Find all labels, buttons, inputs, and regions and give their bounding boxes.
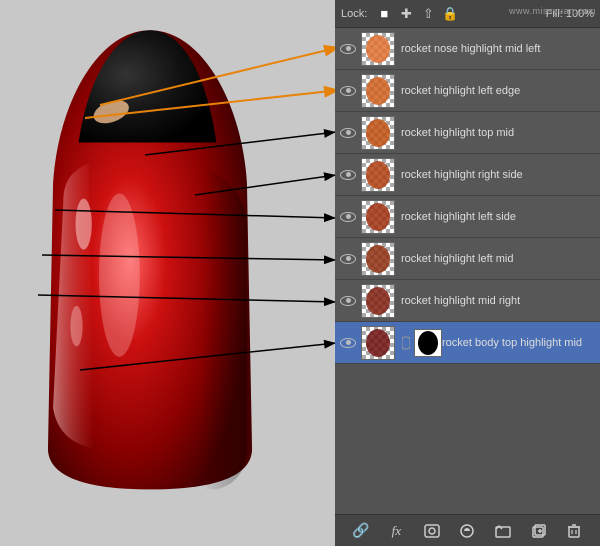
add-mask-icon[interactable]: [421, 520, 443, 542]
layer-thumbnail: [361, 74, 395, 108]
layer-name-label: rocket highlight left edge: [401, 85, 596, 97]
layers-toolbar: Lock: ■ ✚ ⇧ 🔒 Fill: 100% www.missyuan.co…: [335, 0, 600, 28]
layer-visibility-toggle[interactable]: [339, 166, 357, 184]
layer-name-label: rocket highlight top mid: [401, 127, 596, 139]
layer-item[interactable]: rocket highlight left mid: [335, 238, 600, 280]
layer-thumbnail: [361, 116, 395, 150]
lock-move-icon[interactable]: ⇧: [419, 5, 437, 23]
rocket-illustration: [30, 20, 270, 520]
layers-panel: Lock: ■ ✚ ⇧ 🔒 Fill: 100% www.missyuan.co…: [335, 0, 600, 546]
layer-thumbnail: [361, 242, 395, 276]
layer-visibility-toggle[interactable]: [339, 82, 357, 100]
lock-label: Lock:: [341, 8, 367, 20]
layer-effects-icon[interactable]: fx: [385, 520, 407, 542]
watermark: www.missyuan.com: [509, 6, 596, 16]
adjustments-icon[interactable]: [456, 520, 478, 542]
layer-name-label: rocket highlight right side: [401, 169, 596, 181]
layer-item[interactable]: rocket nose highlight mid left: [335, 28, 600, 70]
link-layers-icon[interactable]: 🔗: [350, 520, 372, 542]
lock-all-icon[interactable]: 🔒: [441, 5, 459, 23]
layer-thumbnail: [361, 284, 395, 318]
layer-name-label: rocket nose highlight mid left: [401, 43, 596, 55]
layer-item[interactable]: rocket highlight left side: [335, 196, 600, 238]
layer-name-label: rocket body top highlight mid: [442, 337, 596, 349]
layer-item[interactable]: rocket highlight right side: [335, 154, 600, 196]
layer-mask-chain-icon: [401, 329, 411, 357]
layer-visibility-toggle[interactable]: [339, 292, 357, 310]
layer-visibility-toggle[interactable]: [339, 250, 357, 268]
new-layer-icon[interactable]: [528, 520, 550, 542]
layer-thumbnail: [361, 32, 395, 66]
layer-item[interactable]: rocket body top highlight mid: [335, 322, 600, 364]
layer-thumbnail: [361, 326, 395, 360]
layer-item[interactable]: rocket highlight top mid: [335, 112, 600, 154]
layer-mask-thumbnail: [414, 329, 442, 357]
layer-visibility-toggle[interactable]: [339, 40, 357, 58]
layer-item[interactable]: rocket highlight left edge: [335, 70, 600, 112]
layer-visibility-toggle[interactable]: [339, 334, 357, 352]
layer-visibility-toggle[interactable]: [339, 124, 357, 142]
layers-bottom-toolbar: 🔗 fx: [335, 514, 600, 546]
layer-item[interactable]: rocket highlight mid right: [335, 280, 600, 322]
layer-name-label: rocket highlight left side: [401, 211, 596, 223]
delete-layer-icon[interactable]: [563, 520, 585, 542]
layer-thumbnail: [361, 200, 395, 234]
layers-list: rocket nose highlight mid left rocket hi…: [335, 28, 600, 514]
new-group-icon[interactable]: [492, 520, 514, 542]
lock-position-icon[interactable]: ✚: [397, 5, 415, 23]
layer-visibility-toggle[interactable]: [339, 208, 357, 226]
layer-thumbnail: [361, 158, 395, 192]
canvas-area: [0, 0, 340, 546]
lock-pixels-icon[interactable]: ■: [375, 5, 393, 23]
layer-name-label: rocket highlight left mid: [401, 253, 596, 265]
layer-name-label: rocket highlight mid right: [401, 295, 596, 307]
